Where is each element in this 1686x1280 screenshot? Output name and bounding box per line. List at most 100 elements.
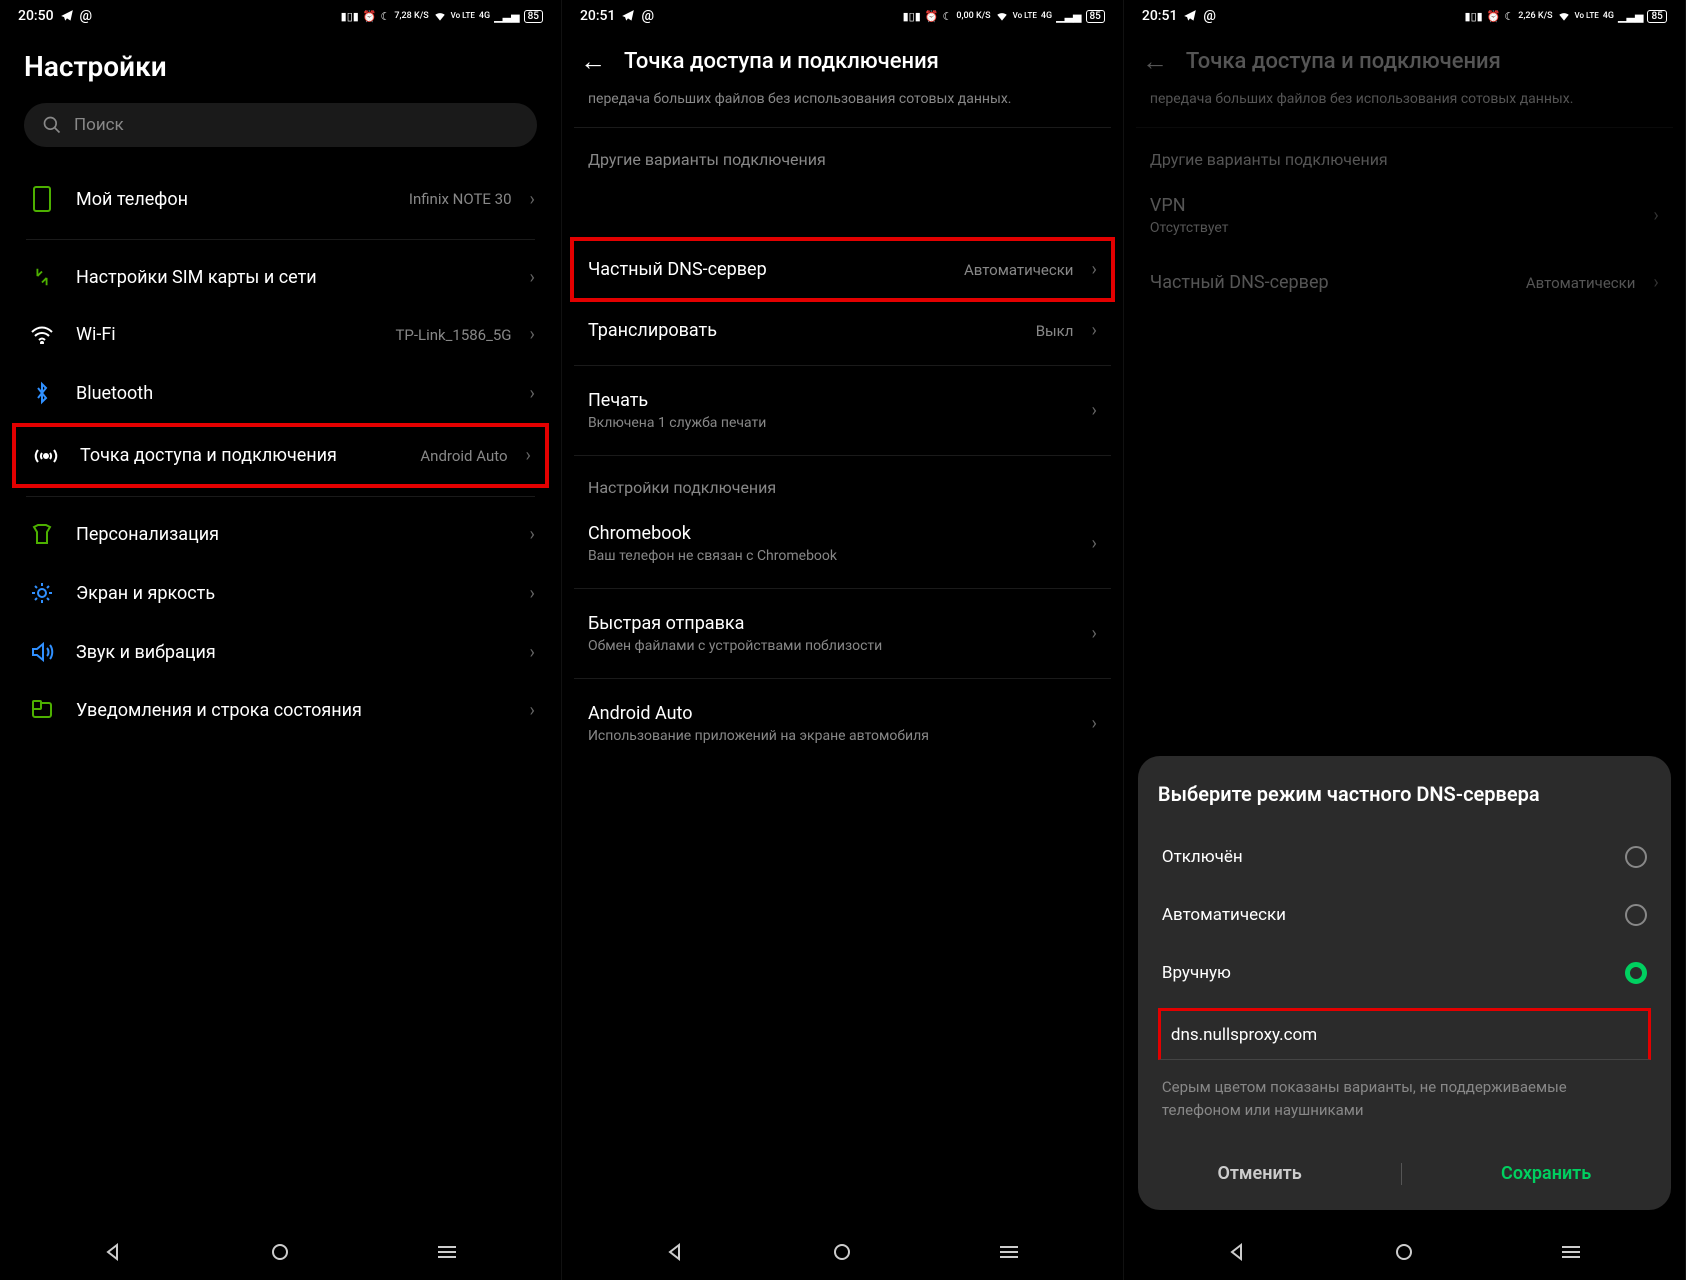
signal-icon: ▁▃▅ [1618, 10, 1643, 23]
battery-icon: 85 [524, 10, 543, 23]
chevron-right-icon: › [530, 700, 535, 721]
vibrate-icon: ▮▯▮ [1465, 10, 1483, 23]
sim-icon [26, 266, 58, 288]
section-other-connections: Другие варианты подключения [1136, 134, 1673, 177]
hotspot-icon [30, 446, 62, 466]
nav-recent[interactable] [989, 1245, 1029, 1259]
chevron-right-icon: › [1091, 320, 1096, 341]
4g-icon: 4G [1041, 11, 1052, 21]
status-bar: 20:51 @ ▮▯▮ ⏰ ☾ 0,00 K/S Vo LTE 4G ▁▃▅ 8… [562, 0, 1123, 32]
screen-tethering: 20:51 @ ▮▯▮ ⏰ ☾ 0,00 K/S Vo LTE 4G ▁▃▅ 8… [562, 0, 1124, 1280]
at-icon: @ [641, 8, 654, 24]
search-icon [42, 115, 62, 135]
search-input[interactable]: Поиск [24, 103, 537, 147]
nav-bar [1124, 1224, 1685, 1280]
radio-icon [1625, 904, 1647, 926]
chevron-right-icon: › [530, 383, 535, 404]
status-time: 20:51 [580, 8, 616, 24]
moon-icon: ☾ [942, 10, 952, 23]
save-button[interactable]: Сохранить [1481, 1151, 1611, 1196]
telegram-icon [60, 9, 74, 23]
nav-recent[interactable] [1551, 1245, 1591, 1259]
wifi-icon [1557, 9, 1571, 23]
dns-mode-dialog: Выберите режим частного DNS-сервера Откл… [1138, 756, 1671, 1210]
volte-icon: Vo LTE [451, 12, 475, 20]
signal-icon: ▁▃▅ [494, 10, 519, 23]
wifi-icon [433, 9, 447, 23]
status-bar: 20:51 @ ▮▯▮ ⏰ ☾ 2,26 K/S Vo LTE 4G ▁▃▅ 8… [1124, 0, 1685, 32]
brightness-icon [26, 581, 58, 605]
cancel-button[interactable]: Отменить [1197, 1151, 1321, 1196]
nav-back[interactable] [93, 1243, 133, 1261]
vibrate-icon: ▮▯▮ [903, 10, 921, 23]
alarm-icon: ⏰ [925, 10, 939, 23]
row-wifi[interactable]: Wi-Fi TP-Link_1586_5G › [12, 306, 549, 363]
radio-auto[interactable]: Автоматически [1158, 886, 1651, 944]
volte-icon: Vo LTE [1013, 12, 1037, 20]
radio-off[interactable]: Отключён [1158, 828, 1651, 886]
chevron-right-icon: › [1091, 623, 1096, 644]
row-private-dns-bg: Частный DNS-сервер Автоматически › [1136, 254, 1673, 311]
dialog-title: Выберите режим частного DNS-сервера [1158, 780, 1651, 808]
row-personalization[interactable]: Персонализация › [12, 505, 549, 563]
chevron-right-icon: › [530, 324, 535, 345]
chevron-right-icon: › [1653, 205, 1658, 226]
chevron-right-icon: › [1091, 259, 1096, 280]
row-notifications[interactable]: Уведомления и строка состояния › [12, 681, 549, 739]
nav-bar [562, 1224, 1123, 1280]
row-chromebook[interactable]: Chromebook Ваш телефон не связан с Chrom… [574, 505, 1111, 582]
nav-back[interactable] [655, 1243, 695, 1261]
vibrate-icon: ▮▯▮ [341, 10, 359, 23]
wifi-icon [26, 326, 58, 344]
chevron-right-icon: › [530, 642, 535, 663]
at-icon: @ [1203, 8, 1216, 24]
chevron-right-icon: › [530, 189, 535, 210]
nav-bar [0, 1224, 561, 1280]
4g-icon: 4G [1603, 11, 1614, 21]
nav-home[interactable] [1384, 1243, 1424, 1261]
telegram-icon [621, 9, 635, 23]
truncated-desc: передача больших файлов без использовани… [574, 91, 1111, 121]
row-private-dns[interactable]: Частный DNS-сервер Автоматически › [570, 237, 1115, 302]
chevron-right-icon: › [530, 583, 535, 604]
back-button: ← [1142, 46, 1168, 77]
row-nearby-share[interactable]: Быстрая отправка Обмен файлами с устройс… [574, 595, 1111, 672]
row-android-auto[interactable]: Android Auto Использование приложений на… [574, 685, 1111, 762]
moon-icon: ☾ [1504, 10, 1514, 23]
nav-home[interactable] [260, 1243, 300, 1261]
battery-icon: 85 [1086, 10, 1105, 23]
dialog-hint: Серым цветом показаны варианты, не подде… [1158, 1060, 1651, 1141]
section-other-connections: Другие варианты подключения [574, 134, 1111, 177]
row-cast[interactable]: Транслировать Выкл › [574, 302, 1111, 359]
row-sim-settings[interactable]: Настройки SIM карты и сети › [12, 248, 549, 306]
chevron-right-icon: › [530, 524, 535, 545]
notifications-icon [26, 699, 58, 721]
moon-icon: ☾ [381, 10, 391, 23]
row-sound[interactable]: Звук и вибрация › [12, 623, 549, 681]
radio-icon-selected [1625, 962, 1647, 984]
search-placeholder: Поиск [74, 115, 124, 135]
row-tethering[interactable]: Точка доступа и подключения Android Auto… [12, 423, 549, 488]
chevron-right-icon: › [1091, 400, 1096, 421]
telegram-icon [1183, 9, 1197, 23]
nav-recent[interactable] [427, 1245, 467, 1259]
row-print[interactable]: Печать Включена 1 служба печати › [574, 372, 1111, 449]
status-bar: 20:50 @ ▮▯▮ ⏰ ☾ 7,28 K/S Vo LTE 4G ▁▃▅ 8… [0, 0, 561, 32]
row-my-phone[interactable]: Мой телефон Infinix NOTE 30 › [12, 167, 549, 231]
phone-icon [26, 185, 58, 213]
page-title: Точка доступа и подключения [624, 49, 939, 74]
back-button[interactable]: ← [580, 46, 606, 77]
nav-back[interactable] [1217, 1243, 1257, 1261]
section-connection-settings: Настройки подключения [574, 462, 1111, 505]
row-bluetooth[interactable]: Bluetooth › [12, 363, 549, 423]
bluetooth-icon [26, 381, 58, 405]
net-speed: 2,26 K/S [1518, 11, 1552, 21]
chevron-right-icon: › [1653, 272, 1658, 293]
dns-hostname-input[interactable]: dns.nullsproxy.com [1158, 1008, 1651, 1060]
row-display[interactable]: Экран и яркость › [12, 563, 549, 623]
battery-icon: 85 [1647, 10, 1666, 23]
4g-icon: 4G [479, 11, 490, 21]
speaker-icon [26, 641, 58, 663]
radio-manual[interactable]: Вручную [1158, 944, 1651, 1002]
nav-home[interactable] [822, 1243, 862, 1261]
